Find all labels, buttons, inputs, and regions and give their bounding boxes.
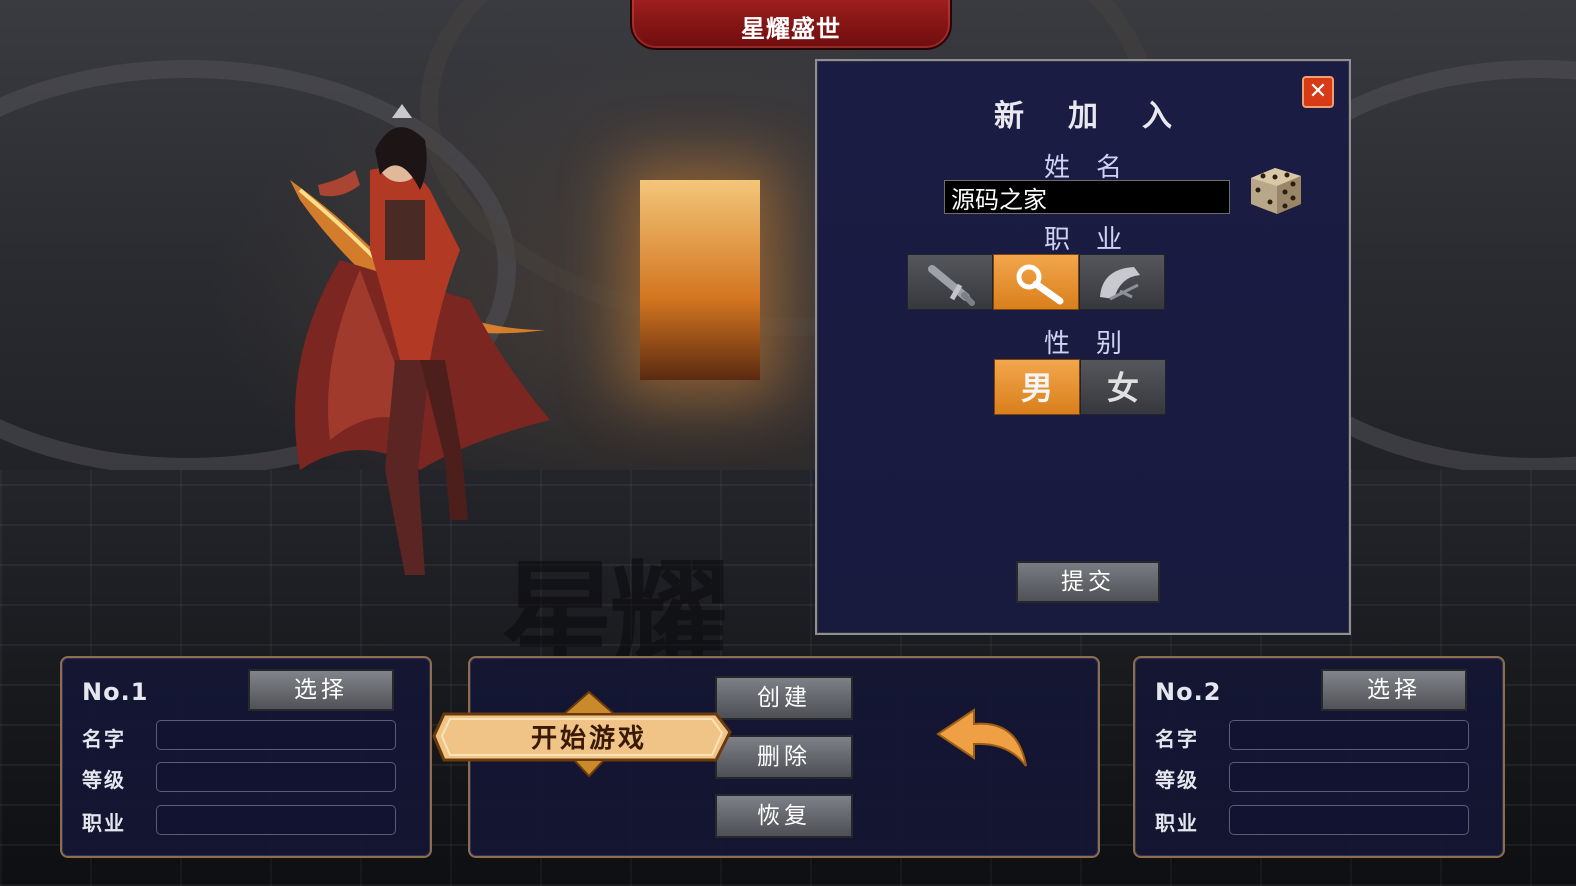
dialog-title: 新加入 bbox=[994, 99, 1216, 134]
new-character-dialog: 新加入 ✕ 姓名 职业 性别 男 女 bbox=[815, 59, 1351, 635]
class-option-mage[interactable] bbox=[993, 254, 1079, 310]
select-button[interactable]: 选择 bbox=[248, 669, 394, 711]
character-slot-1: No.1 选择 名字 等级 职业 bbox=[60, 656, 432, 858]
staff-icon bbox=[1016, 264, 1064, 305]
slot-level-value bbox=[1229, 762, 1469, 792]
slot-class-value bbox=[1229, 805, 1469, 835]
server-title-tab: 星耀盛世 bbox=[630, 0, 952, 50]
slot-name-value bbox=[1229, 720, 1469, 750]
glowing-gate bbox=[640, 180, 760, 380]
slot-level-value bbox=[156, 762, 396, 792]
character-slot-2: No.2 选择 名字 等级 职业 bbox=[1133, 656, 1505, 858]
slot-number: No.1 bbox=[82, 678, 149, 706]
restore-button[interactable]: 恢复 bbox=[715, 794, 853, 838]
gender-option-female[interactable]: 女 bbox=[1080, 359, 1166, 415]
slot-number: No.2 bbox=[1155, 678, 1222, 706]
select-button[interactable]: 选择 bbox=[1321, 669, 1467, 711]
hero-character bbox=[290, 104, 550, 575]
start-game-label: 开始游戏 bbox=[530, 724, 647, 754]
name-row-label: 名字 bbox=[82, 727, 126, 751]
fan-icon bbox=[1100, 267, 1140, 301]
class-label: 职业 bbox=[1043, 225, 1148, 255]
submit-button[interactable]: 提交 bbox=[1016, 561, 1160, 603]
class-row-label: 职业 bbox=[1155, 811, 1199, 835]
gender-label: 性别 bbox=[1043, 329, 1148, 359]
sword-icon bbox=[928, 265, 975, 306]
back-arrow-icon[interactable] bbox=[934, 706, 1030, 768]
start-game-button[interactable]: 开始游戏 bbox=[430, 686, 748, 778]
class-option-warrior[interactable] bbox=[907, 254, 993, 310]
dice-icon[interactable] bbox=[1245, 164, 1307, 216]
slot-name-value bbox=[156, 720, 396, 750]
level-row-label: 等级 bbox=[1155, 768, 1199, 792]
server-title: 星耀盛世 bbox=[741, 15, 841, 43]
gender-male-label: 男 bbox=[1020, 369, 1053, 407]
close-button[interactable]: ✕ bbox=[1302, 76, 1334, 108]
name-input[interactable] bbox=[944, 180, 1230, 214]
gender-female-label: 女 bbox=[1106, 369, 1139, 407]
name-row-label: 名字 bbox=[1155, 727, 1199, 751]
class-row-label: 职业 bbox=[82, 811, 126, 835]
level-row-label: 等级 bbox=[82, 768, 126, 792]
slot-class-value bbox=[156, 805, 396, 835]
gender-option-male[interactable]: 男 bbox=[994, 359, 1080, 415]
class-option-taoist[interactable] bbox=[1079, 254, 1165, 310]
close-icon: ✕ bbox=[1308, 79, 1328, 104]
